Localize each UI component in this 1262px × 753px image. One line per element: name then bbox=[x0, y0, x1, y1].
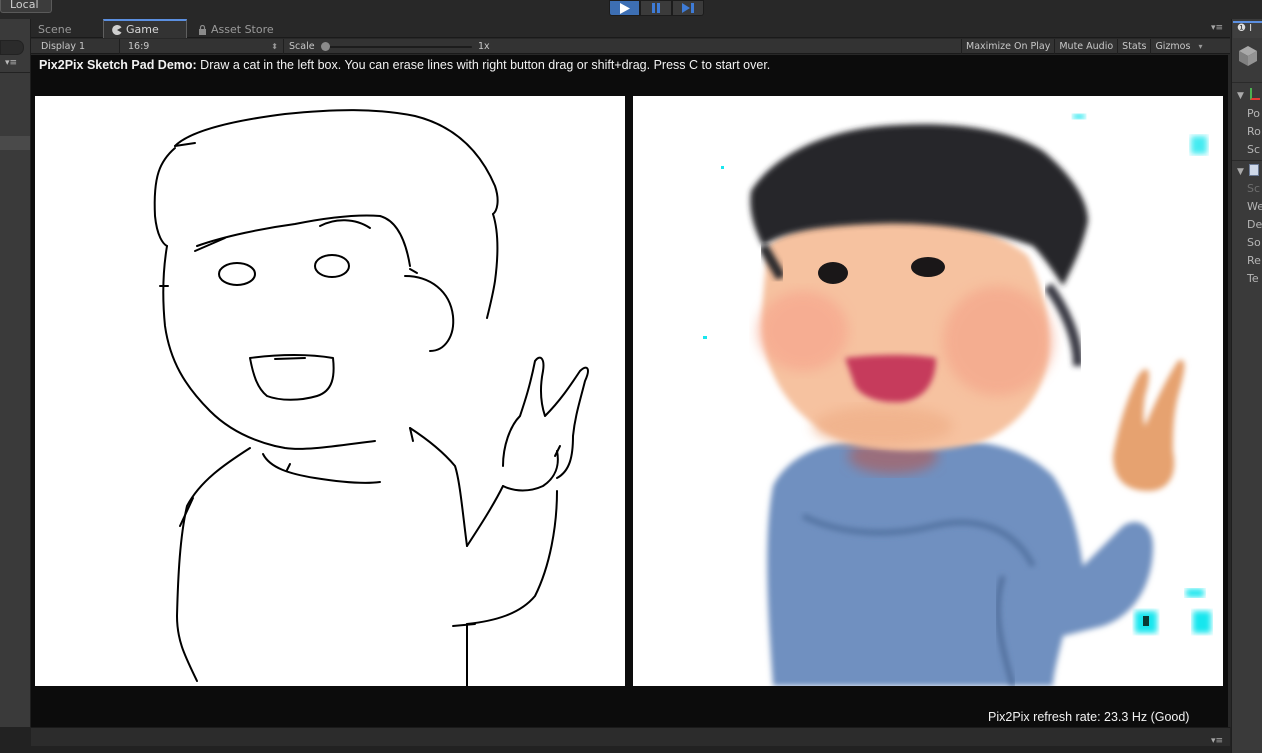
refresh-rate-text: Pix2Pix refresh rate: 23.3 Hz (Good) bbox=[988, 710, 1190, 724]
hierarchy-panel bbox=[0, 19, 31, 753]
scale-slider-handle[interactable] bbox=[321, 42, 330, 51]
hierarchy-menu-icon[interactable]: ▾≡ bbox=[5, 58, 17, 68]
inspector-row-script: Sc bbox=[1247, 182, 1261, 195]
hierarchy-selected-row[interactable] bbox=[0, 136, 30, 150]
script-icon bbox=[1249, 164, 1259, 176]
inspector-row-weights: We bbox=[1247, 200, 1262, 213]
tab-inspector[interactable]: ❶ I bbox=[1233, 21, 1262, 38]
tab-asset-store-label: Asset Store bbox=[211, 23, 274, 36]
step-button[interactable] bbox=[671, 0, 704, 16]
pause-icon bbox=[652, 3, 661, 13]
pause-button[interactable] bbox=[640, 0, 672, 16]
stats-toggle[interactable]: Stats bbox=[1117, 39, 1150, 54]
tab-asset-store[interactable]: Asset Store bbox=[198, 21, 274, 38]
component-fold-icon[interactable]: ▼ bbox=[1237, 167, 1244, 177]
step-icon bbox=[681, 3, 694, 13]
generated-boy-image bbox=[703, 114, 1211, 686]
transform-fold-icon[interactable]: ▼ bbox=[1237, 91, 1244, 101]
inspector-row-so: So bbox=[1247, 236, 1261, 249]
instruction-body: Draw a cat in the left box. You can eras… bbox=[196, 58, 771, 72]
pix2pix-output-image bbox=[633, 96, 1223, 686]
tab-scene-label: Scene bbox=[38, 23, 72, 36]
aspect-dropdown[interactable]: 16:9 ⬍ bbox=[122, 39, 284, 54]
inspector-row-rotation: Ro bbox=[1247, 125, 1261, 138]
console-tab-bar bbox=[31, 727, 1230, 746]
display-label: Display 1 bbox=[41, 41, 86, 52]
tab-game[interactable]: Game bbox=[103, 19, 187, 38]
inspector-divider bbox=[1232, 82, 1262, 83]
sketch-drawing bbox=[153, 109, 589, 687]
scale-slider-track[interactable] bbox=[322, 46, 472, 48]
account-label: Local bbox=[10, 0, 39, 11]
hierarchy-divider bbox=[0, 72, 30, 73]
mute-audio-toggle[interactable]: Mute Audio bbox=[1054, 39, 1117, 54]
instruction-text: Pix2Pix Sketch Pad Demo: Draw a cat in t… bbox=[39, 58, 770, 72]
tab-game-label: Game bbox=[126, 23, 159, 36]
bottom-panel-menu-icon[interactable]: ▾≡ bbox=[1211, 736, 1223, 746]
lock-icon bbox=[199, 24, 206, 35]
inspector-row-scale: Sc bbox=[1247, 143, 1261, 156]
transform-icon bbox=[1250, 88, 1260, 100]
panel-menu-icon[interactable]: ▾≡ bbox=[1211, 23, 1223, 33]
chevron-down-icon: ▾ bbox=[1198, 42, 1203, 51]
inspector-row-re: Re bbox=[1247, 254, 1261, 267]
inspector-row-position: Po bbox=[1247, 107, 1260, 120]
gizmos-label: Gizmos bbox=[1155, 41, 1191, 52]
maximize-on-play-toggle[interactable]: Maximize On Play bbox=[961, 39, 1054, 54]
inspector-divider bbox=[1232, 160, 1262, 161]
instruction-title: Pix2Pix Sketch Pad Demo: bbox=[39, 58, 197, 72]
game-toolbar-toggles: Maximize On Play Mute Audio Stats Gizmos… bbox=[961, 39, 1206, 54]
dropdown-arrow-icon: ⬍ bbox=[271, 42, 278, 51]
scale-label: Scale bbox=[289, 41, 315, 52]
tab-scene[interactable]: Scene bbox=[38, 21, 72, 38]
scale-value: 1x bbox=[478, 41, 490, 52]
pacman-game-icon bbox=[112, 24, 122, 35]
sketch-pad[interactable] bbox=[35, 96, 625, 687]
playback-controls bbox=[609, 0, 704, 16]
gizmos-dropdown[interactable]: Gizmos ▾ bbox=[1150, 39, 1206, 54]
inspector-row-te: Te bbox=[1247, 272, 1259, 285]
cube-icon bbox=[1238, 45, 1258, 70]
play-button[interactable] bbox=[609, 0, 641, 16]
aspect-label: 16:9 bbox=[128, 41, 150, 52]
inspector-row-de: De bbox=[1247, 218, 1262, 231]
hierarchy-search-input[interactable] bbox=[0, 40, 24, 55]
play-icon bbox=[619, 2, 630, 14]
display-dropdown[interactable]: Display 1 bbox=[36, 39, 120, 54]
